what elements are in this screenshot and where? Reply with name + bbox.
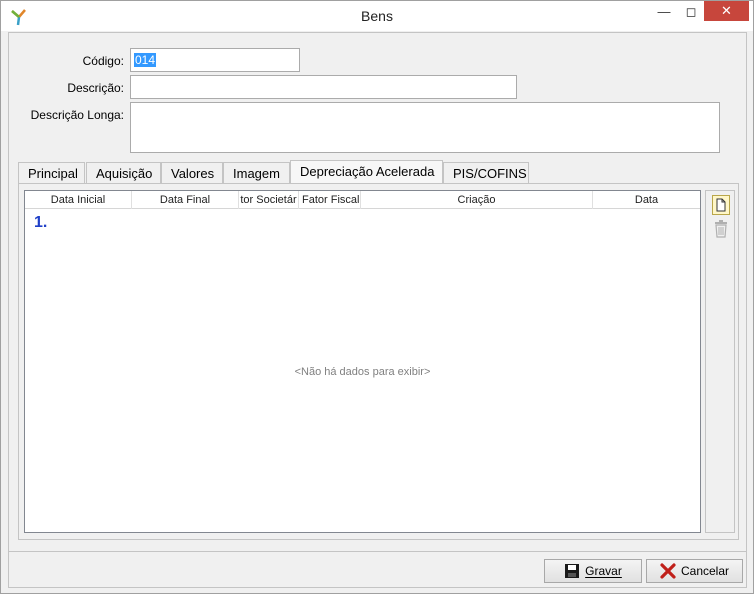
- tab-label: Aquisição: [96, 166, 153, 181]
- close-icon: ✕: [721, 3, 732, 18]
- descricao-label: Descrição:: [67, 81, 124, 95]
- column-fator-fiscal[interactable]: Fator Fiscal: [299, 191, 361, 209]
- tab-imagem[interactable]: Imagem: [223, 162, 290, 184]
- cancel-button[interactable]: Cancelar: [646, 559, 743, 583]
- grid-toolbar: [705, 190, 735, 533]
- cancel-x-icon: [660, 563, 676, 579]
- save-button[interactable]: Gravar: [544, 559, 642, 583]
- depreciacao-panel: Data Inicial Data Final tor Societár Fat…: [18, 183, 739, 540]
- tab-depreciacao-acelerada[interactable]: Depreciação Acelerada: [290, 160, 443, 185]
- close-button[interactable]: ✕: [704, 1, 749, 21]
- footer-divider: [9, 551, 746, 552]
- maximize-icon: ◻: [685, 4, 697, 19]
- column-data-final[interactable]: Data Final: [132, 191, 239, 209]
- minimize-icon: —: [657, 4, 671, 19]
- descricao-longa-label: Descrição Longa:: [30, 108, 124, 122]
- tab-label: Principal: [28, 166, 78, 181]
- delete-record-button[interactable]: [710, 220, 732, 242]
- window-title: Bens: [361, 8, 393, 24]
- codigo-label: Código:: [82, 54, 124, 68]
- tab-label: Imagem: [233, 166, 280, 181]
- codigo-input[interactable]: 014: [130, 48, 300, 72]
- title-bar[interactable]: Bens — ◻ ✕: [1, 1, 753, 31]
- new-document-icon: [712, 195, 730, 215]
- column-fator-societario[interactable]: tor Societár: [239, 191, 299, 209]
- column-criacao[interactable]: Criação: [361, 191, 593, 209]
- row-number: 1.: [34, 214, 48, 231]
- minimize-button[interactable]: —: [649, 1, 679, 23]
- new-record-button[interactable]: [710, 195, 732, 217]
- save-label: Gravar: [585, 564, 622, 578]
- depreciacao-grid[interactable]: Data Inicial Data Final tor Societár Fat…: [24, 190, 701, 533]
- trash-icon: [715, 220, 727, 238]
- tab-valores[interactable]: Valores: [161, 162, 223, 184]
- tab-pis-cofins[interactable]: PIS/COFINS: [443, 162, 529, 184]
- descricao-longa-textarea[interactable]: [130, 102, 720, 153]
- descricao-input[interactable]: [130, 75, 517, 99]
- tab-label: Depreciação Acelerada: [300, 164, 435, 179]
- column-data[interactable]: Data: [593, 191, 700, 209]
- cancel-label: Cancelar: [680, 564, 730, 578]
- tab-label: PIS/COFINS: [453, 166, 527, 181]
- empty-message: <Não há dados para exibir>: [294, 366, 431, 378]
- column-data-inicial[interactable]: Data Inicial: [25, 191, 132, 209]
- tab-principal[interactable]: Principal: [18, 162, 85, 184]
- tab-label: Valores: [171, 166, 215, 181]
- tab-aquisicao[interactable]: Aquisição: [86, 162, 161, 184]
- maximize-button[interactable]: ◻: [676, 1, 706, 23]
- form-body: Código: 014 Descrição: Descrição Longa: …: [8, 32, 747, 588]
- grid-header: Data Inicial Data Final tor Societár Fat…: [25, 191, 700, 209]
- bens-window: Bens — ◻ ✕ Código: 014 Descrição: Descri…: [0, 0, 754, 594]
- codigo-value: 014: [134, 53, 157, 67]
- floppy-disk-icon: [565, 564, 580, 578]
